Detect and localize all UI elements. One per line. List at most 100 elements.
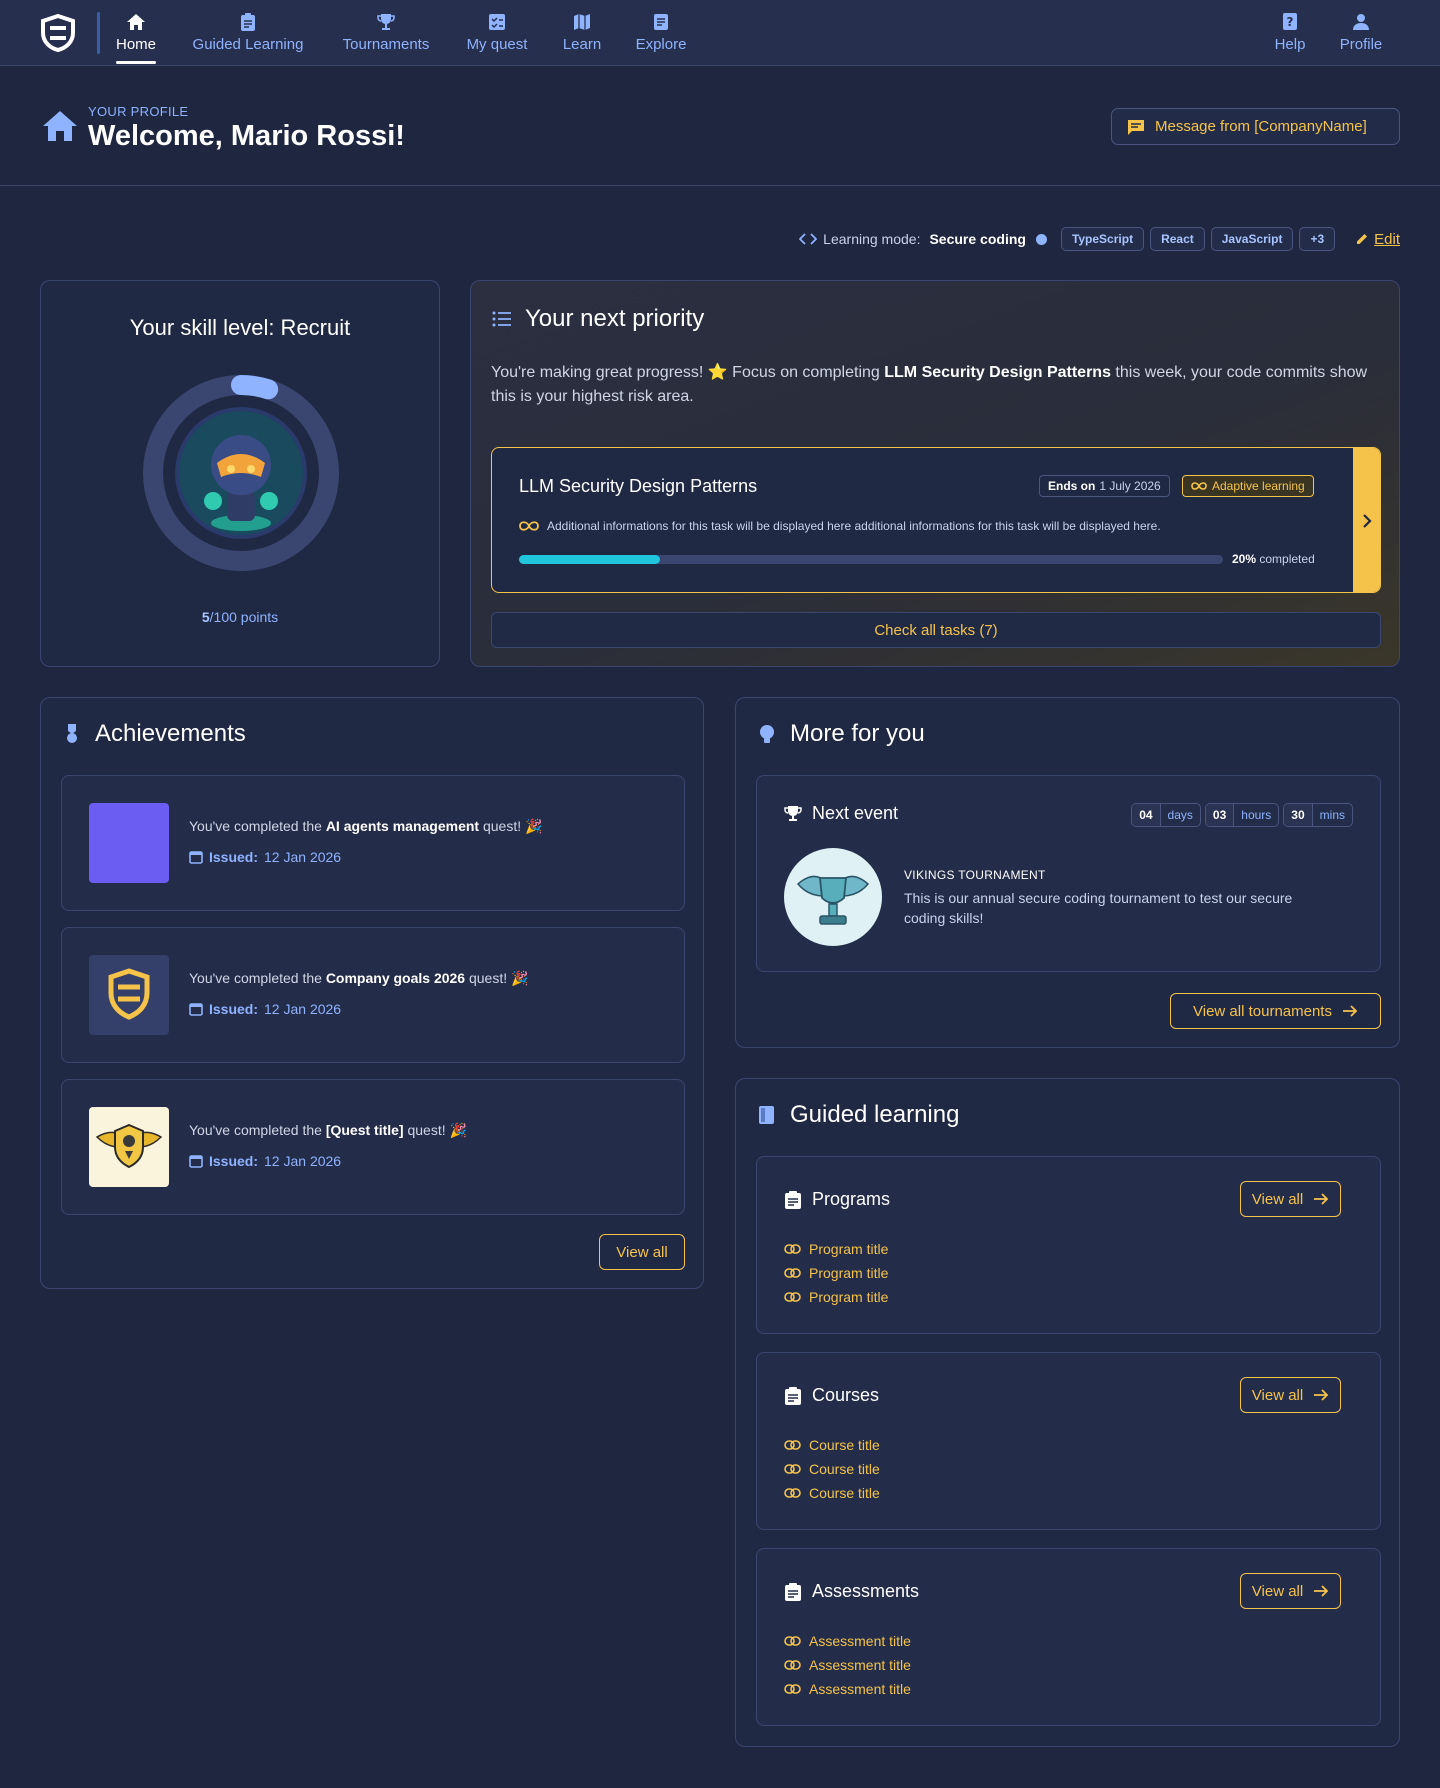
link-icon	[784, 1464, 801, 1474]
task-progress-suffix: completed	[1259, 552, 1315, 566]
countdown-mins-value: 30	[1284, 804, 1312, 826]
course-link[interactable]: Course title	[784, 1483, 880, 1503]
winged-trophy-icon	[796, 875, 870, 925]
edit-learning-mode-link[interactable]: Edit	[1355, 231, 1400, 248]
next-priority-title: Your next priority	[525, 305, 705, 332]
skill-points: 5/100 points	[41, 609, 439, 625]
assessment-link[interactable]: Assessment title	[784, 1655, 911, 1675]
courses-view-all-button[interactable]: View all	[1240, 1377, 1341, 1413]
course-link-label: Course title	[809, 1437, 880, 1453]
course-link[interactable]: Course title	[784, 1435, 880, 1455]
tag-react[interactable]: React	[1150, 227, 1205, 251]
company-message-button[interactable]: Message from [CompanyName]	[1111, 108, 1400, 145]
link-icon	[784, 1488, 801, 1498]
profile-eyebrow: YOUR PROFILE	[88, 104, 189, 119]
nav-explore[interactable]: Explore	[634, 0, 688, 66]
nav-tournaments[interactable]: Tournaments	[338, 0, 434, 66]
skill-level-title: Your skill level: Recruit	[129, 315, 351, 340]
arrow-right-icon	[1314, 1585, 1329, 1597]
priority-text-highlight: LLM Security Design Patterns	[884, 364, 1111, 381]
book-icon	[759, 1106, 774, 1124]
task-progress-label: 20% completed	[1232, 552, 1315, 566]
priority-task-card[interactable]: LLM Security Design Patterns Ends on 1 Ju…	[491, 447, 1381, 593]
achievement-item[interactable]: You've completed the AI agents managemen…	[61, 775, 685, 911]
link-icon	[784, 1292, 801, 1302]
task-deadline-date: 1 July 2026	[1099, 479, 1161, 493]
achievement-item[interactable]: You've completed the [Quest title] quest…	[61, 1079, 685, 1215]
chat-icon	[1128, 119, 1144, 135]
assessments-title: Assessments	[812, 1581, 920, 1601]
achievement-issued-label: Issued:	[209, 1001, 259, 1017]
brand-logo-icon[interactable]	[40, 14, 76, 52]
programs-view-all-button[interactable]: View all	[1240, 1181, 1341, 1217]
assessments-view-all-label: View all	[1251, 1582, 1304, 1600]
task-progress-bar	[519, 555, 1223, 564]
open-task-button[interactable]	[1353, 448, 1380, 592]
achievement-item[interactable]: You've completed the Company goals 2026 …	[61, 927, 685, 1063]
tag-typescript[interactable]: TypeScript	[1060, 227, 1145, 251]
adaptive-learning-badge: Adaptive learning	[1182, 475, 1314, 497]
clipboard-icon	[785, 1386, 801, 1405]
priority-text-start: You're making great progress! ⭐ Focus on…	[491, 364, 885, 381]
task-deadline-label: Ends on	[1048, 479, 1096, 493]
task-info-text: Additional informations for this task wi…	[547, 519, 1161, 533]
course-link[interactable]: Course title	[784, 1459, 880, 1479]
page-header: YOUR PROFILE Welcome, Mario Rossi! Messa…	[0, 66, 1440, 186]
nav-help-label: Help	[1274, 36, 1306, 53]
achievement-issued: Issued: 12 Jan 2026	[189, 1001, 341, 1017]
svg-text:?: ?	[1287, 15, 1294, 29]
achievement-quest-name: Company goals 2026	[325, 970, 466, 986]
assessment-link[interactable]: Assessment title	[784, 1679, 911, 1699]
company-message-label: Message from [CompanyName]	[1155, 118, 1367, 135]
program-link-label: Program title	[809, 1289, 889, 1305]
link-icon	[784, 1244, 801, 1254]
skill-progress-ring	[143, 375, 339, 571]
next-event-card[interactable]: Next event 04 days 03 hours 30 mins VIKINGS…	[756, 775, 1381, 972]
learning-mode-value: Secure coding	[929, 231, 1026, 247]
achievement-text: You've completed the AI agents managemen…	[189, 818, 542, 835]
next-event-title: Next event	[812, 803, 899, 823]
home-icon	[43, 111, 77, 141]
nav-tournaments-label: Tournaments	[342, 36, 430, 53]
arrow-right-icon	[1314, 1389, 1329, 1401]
achievement-text-start: You've completed the	[189, 1122, 326, 1138]
achievement-issued-label: Issued:	[209, 849, 259, 865]
nav-learn[interactable]: Learn	[561, 0, 603, 66]
arrow-right-icon	[1314, 1193, 1329, 1205]
tag-more[interactable]: +3	[1299, 227, 1336, 251]
edit-label: Edit	[1374, 230, 1400, 248]
info-icon[interactable]	[1035, 233, 1047, 245]
nav-my-quest[interactable]: My quest	[464, 0, 530, 66]
infinity-icon	[519, 521, 539, 531]
achievement-issued-date: 12 Jan 2026	[264, 1001, 342, 1017]
program-link[interactable]: Program title	[784, 1239, 888, 1259]
achievements-view-all-button[interactable]: View all	[599, 1234, 685, 1270]
assessment-link[interactable]: Assessment title	[784, 1631, 911, 1651]
achievements-title: Achievements	[95, 720, 246, 747]
achievement-badge-image	[89, 955, 169, 1035]
program-link[interactable]: Program title	[784, 1287, 888, 1307]
courses-list: Course title Course title Course title	[784, 1435, 880, 1503]
task-title: LLM Security Design Patterns	[519, 476, 758, 496]
calendar-icon	[189, 1155, 203, 1168]
nav-help[interactable]: ? Help	[1272, 0, 1308, 66]
tag-javascript[interactable]: JavaScript	[1210, 227, 1294, 251]
program-link[interactable]: Program title	[784, 1263, 888, 1283]
programs-title: Programs	[812, 1189, 891, 1209]
next-priority-card: Your next priority You're making great p…	[470, 280, 1400, 667]
nav-guided-learning[interactable]: Guided Learning	[189, 0, 307, 66]
clipboard-icon	[785, 1190, 801, 1209]
assessments-view-all-button[interactable]: View all	[1240, 1573, 1341, 1609]
countdown-mins-unit: mins	[1311, 804, 1352, 826]
nav-home[interactable]: Home	[114, 0, 158, 66]
assessment-link-label: Assessment title	[809, 1681, 911, 1697]
active-tab-underline	[116, 61, 156, 64]
nav-profile[interactable]: Profile	[1336, 0, 1386, 66]
view-all-tournaments-button[interactable]: View all tournaments	[1170, 993, 1381, 1029]
list-icon	[492, 311, 511, 327]
assessment-link-label: Assessment title	[809, 1657, 911, 1673]
task-progress-value: 20%	[1232, 552, 1257, 566]
course-link-label: Course title	[809, 1461, 880, 1477]
check-all-tasks-button[interactable]: Check all tasks (7)	[491, 612, 1381, 648]
achievements-card: Achievements You've completed the AI age…	[40, 697, 704, 1289]
